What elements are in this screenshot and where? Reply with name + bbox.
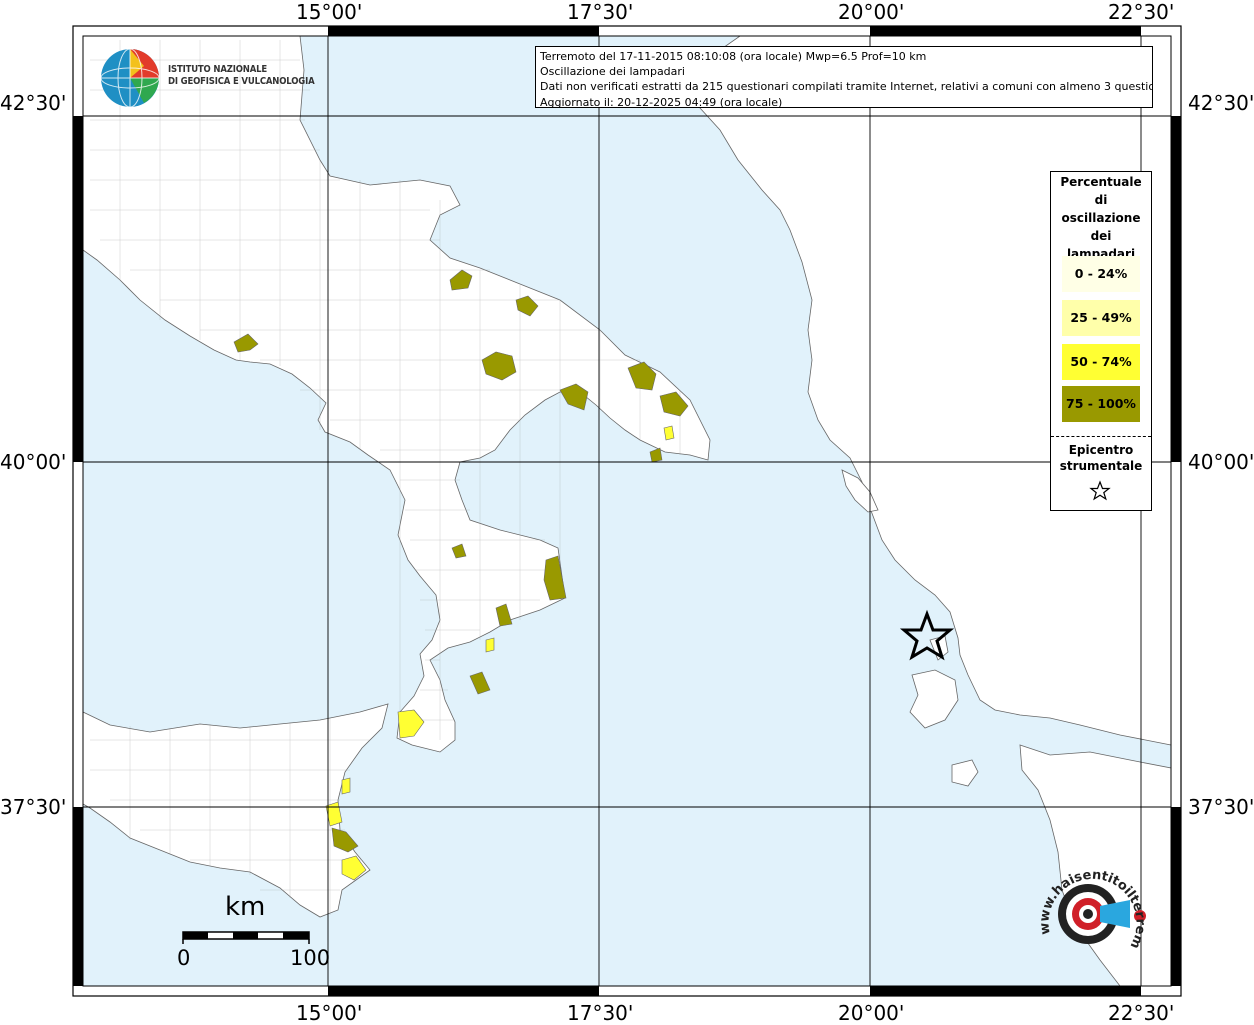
legend-epicenter-label: Epicentro strumentale (1051, 442, 1151, 474)
tick-left-1: 42°30' (0, 91, 67, 115)
tick-left-3: 37°30' (0, 795, 67, 819)
legend-title: Percentuale di oscillazione dei lampadar… (1051, 172, 1151, 263)
scale-max: 100 (290, 946, 331, 970)
tick-bottom-3: 20°00' (838, 1001, 905, 1025)
tick-top-4: 22°30' (1108, 0, 1175, 24)
tick-left-2: 40°00' (0, 450, 67, 474)
ingv-globe-icon (100, 48, 160, 108)
map-subject: Oscillazione dei lampadari (540, 65, 685, 79)
tick-bottom-2: 17°30' (567, 1001, 634, 1025)
updated-timestamp: Aggiornato il: 20-12-2025 04:49 (ora loc… (540, 95, 783, 108)
tick-top-3: 20°00' (838, 0, 905, 24)
legend-item-50-74: 50 - 74% (1062, 344, 1140, 380)
legend-epicenter-line: Epicentro (1068, 443, 1134, 457)
tick-right-2: 40°00' (1188, 450, 1254, 474)
ingv-logo: ISTITUTO NAZIONALE DI GEOFISICA E VULCAN… (98, 46, 315, 110)
legend-title-line: dei (1090, 229, 1112, 243)
legend-title-line: Percentuale (1060, 175, 1142, 189)
tick-top-2: 17°30' (567, 0, 634, 24)
haisentito-logo: www.haisentitoilterremoto.it (1030, 864, 1148, 951)
tick-bottom-1: 15°00' (296, 1001, 363, 1025)
logo-line-1: ISTITUTO NAZIONALE (168, 64, 268, 75)
event-info-box: Terremoto del 17-11-2015 08:10:08 (ora l… (535, 46, 1153, 108)
tick-bottom-4: 22°30' (1108, 1001, 1175, 1025)
legend-title-line: di (1094, 193, 1108, 207)
logo-line-2: DI GEOFISICA E VULCANOLOGIA (168, 76, 315, 87)
legend-title-line: oscillazione (1061, 211, 1141, 225)
legend-item-0-24: 0 - 24% (1062, 256, 1140, 292)
legend-divider (1051, 436, 1151, 437)
data-note: Dati non verificati estratti da 215 ques… (540, 80, 1153, 94)
legend-epicenter-line: strumentale (1059, 459, 1143, 473)
tick-right-1: 42°30' (1188, 91, 1254, 115)
scale-unit: km (225, 892, 266, 922)
event-title: Terremoto del 17-11-2015 08:10:08 (ora l… (540, 50, 927, 63)
tick-top-1: 15°00' (296, 0, 363, 24)
scale-min: 0 (177, 946, 191, 970)
legend-item-75-100: 75 - 100% (1062, 386, 1140, 422)
legend-star-icon (1089, 480, 1111, 501)
legend-item-25-49: 25 - 49% (1062, 300, 1140, 336)
legend: Percentuale di oscillazione dei lampadar… (1050, 171, 1152, 511)
tick-right-3: 37°30' (1188, 795, 1254, 819)
